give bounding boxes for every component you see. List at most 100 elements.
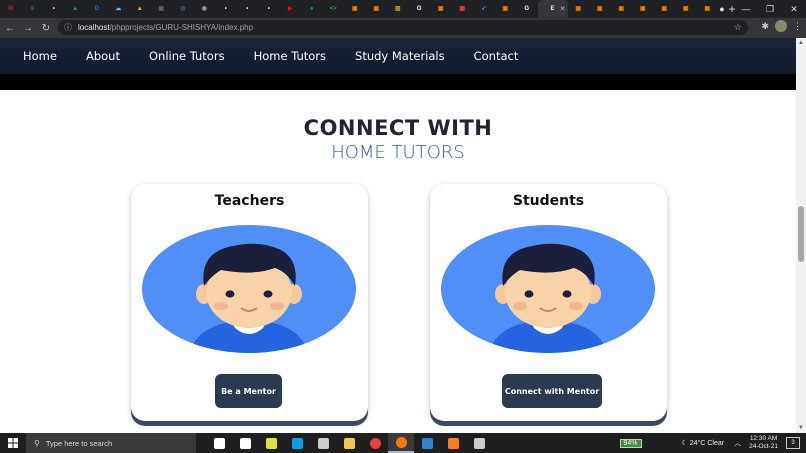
hero-bottom-band bbox=[0, 74, 796, 90]
be-a-mentor-button[interactable]: Be a Mentor bbox=[215, 374, 282, 408]
tab-active[interactable]: E ✕ bbox=[537, 0, 568, 18]
tab[interactable]: ▣ bbox=[452, 0, 474, 18]
tab[interactable]: ● bbox=[301, 0, 323, 18]
menu-icon[interactable]: ⋮ bbox=[793, 21, 802, 32]
tab[interactable]: ▲ bbox=[65, 0, 87, 18]
tab[interactable]: ≡ bbox=[22, 0, 44, 18]
app-icon[interactable] bbox=[258, 433, 284, 453]
tab[interactable]: M bbox=[0, 0, 22, 18]
forward-icon[interactable]: → bbox=[20, 23, 36, 34]
nav-online-tutors[interactable]: Online Tutors bbox=[149, 49, 225, 63]
file-explorer-icon[interactable] bbox=[336, 433, 362, 453]
battery-indicator[interactable]: 94% bbox=[619, 438, 642, 448]
browser-toolbar: ← → ↻ ⓘ localhost/phpprojects/GURU-SHISH… bbox=[0, 18, 806, 38]
vscode-icon[interactable] bbox=[414, 433, 440, 453]
app-icon: ◉ bbox=[201, 5, 207, 12]
tab[interactable]: ▣ bbox=[632, 0, 654, 18]
tab[interactable]: • bbox=[258, 0, 280, 18]
app-icon: ▣ bbox=[575, 5, 582, 12]
profile-icon[interactable]: ● bbox=[710, 4, 734, 14]
back-icon[interactable]: ← bbox=[2, 23, 18, 34]
restore-button[interactable]: ❐ bbox=[758, 4, 782, 15]
close-window-button[interactable]: ✕ bbox=[782, 4, 806, 15]
chrome-icon[interactable] bbox=[362, 433, 388, 453]
app-icon: ▣ bbox=[351, 5, 358, 12]
tab[interactable]: • bbox=[43, 0, 65, 18]
address-bar[interactable]: ⓘ localhost/phpprojects/GURU-SHISHYA/ind… bbox=[58, 20, 748, 35]
window-controls: ● — ❐ ✕ bbox=[710, 0, 806, 18]
tab[interactable]: ☁ bbox=[108, 0, 130, 18]
tab[interactable]: ▣ bbox=[366, 0, 388, 18]
arrow-icon: ➶ bbox=[481, 5, 487, 12]
scroll-down-icon[interactable]: ▼ bbox=[796, 423, 806, 433]
tab[interactable]: ➶ bbox=[473, 0, 495, 18]
scroll-up-icon[interactable]: ▲ bbox=[796, 38, 806, 48]
connect-with-mentor-button[interactable]: Connect with Mentor bbox=[502, 374, 602, 408]
card-title: Students bbox=[512, 193, 585, 209]
tab[interactable]: ▲ bbox=[129, 0, 151, 18]
tab[interactable]: ◎ bbox=[172, 0, 194, 18]
app-icon: ▣ bbox=[437, 5, 444, 12]
nav-study-materials[interactable]: Study Materials bbox=[355, 49, 445, 63]
scrollbar-thumb[interactable] bbox=[798, 206, 804, 262]
tab[interactable]: G bbox=[409, 0, 431, 18]
chrome-icon[interactable] bbox=[388, 433, 414, 453]
chrome-icon-glyph bbox=[369, 437, 381, 449]
drive-icon: ▲ bbox=[72, 5, 79, 12]
tab[interactable]: ▣ bbox=[344, 0, 366, 18]
taskbar-search-input[interactable]: ⚲ Type here to search bbox=[26, 433, 196, 453]
tab[interactable]: ▶ bbox=[280, 0, 302, 18]
notifications-icon[interactable]: 3 bbox=[786, 437, 800, 449]
tab[interactable]: ▣ bbox=[611, 0, 633, 18]
site-info-icon[interactable]: ⓘ bbox=[64, 22, 72, 33]
tab[interactable]: ▣ bbox=[675, 0, 697, 18]
tab[interactable]: ▣ bbox=[589, 0, 611, 18]
photos-icon[interactable] bbox=[466, 433, 492, 453]
tab[interactable]: ▣ bbox=[568, 0, 590, 18]
tab[interactable]: ▣ bbox=[430, 0, 452, 18]
weather-widget[interactable]: ☾ 24°C Clear bbox=[682, 439, 725, 447]
edge-icon[interactable] bbox=[284, 433, 310, 453]
code-icon: <> bbox=[329, 5, 337, 12]
tab[interactable]: ▣ bbox=[151, 0, 173, 18]
app-icon-glyph bbox=[265, 437, 277, 449]
windows-logo-icon bbox=[8, 438, 18, 448]
tab[interactable]: • bbox=[237, 0, 259, 18]
app-icon: ▣ bbox=[596, 5, 603, 12]
start-button[interactable] bbox=[0, 433, 26, 453]
nav-contact[interactable]: Contact bbox=[474, 49, 519, 63]
system-tray: 94% ☾ 24°C Clear ︿ 12:30 AM 24-Oct-21 3 bbox=[619, 433, 806, 453]
store-icon-glyph bbox=[317, 437, 329, 449]
chevron-up-icon[interactable]: ︿ bbox=[734, 438, 741, 448]
tab[interactable]: G bbox=[516, 0, 538, 18]
reload-icon[interactable]: ↻ bbox=[38, 23, 54, 34]
xampp-icon[interactable] bbox=[440, 433, 466, 453]
store-icon[interactable] bbox=[310, 433, 336, 453]
google-icon: G bbox=[524, 5, 530, 12]
tab[interactable]: ◉ bbox=[194, 0, 216, 18]
minimize-button[interactable]: — bbox=[734, 4, 758, 14]
app-icon: ▣ bbox=[661, 5, 668, 12]
nav-home[interactable]: Home bbox=[23, 49, 57, 63]
tab[interactable]: ▥ bbox=[387, 0, 409, 18]
clock[interactable]: 12:30 AM 24-Oct-21 bbox=[749, 435, 778, 451]
task-view-icon[interactable] bbox=[206, 433, 232, 453]
close-icon[interactable]: ✕ bbox=[560, 5, 566, 13]
multitask-icon[interactable] bbox=[232, 433, 258, 453]
tab[interactable]: <> bbox=[323, 0, 345, 18]
avatar[interactable] bbox=[775, 20, 787, 32]
nav-about[interactable]: About bbox=[86, 49, 120, 63]
nav-home-tutors[interactable]: Home Tutors bbox=[254, 49, 326, 63]
tab[interactable]: ▣ bbox=[654, 0, 676, 18]
boy-avatar-illustration bbox=[441, 225, 655, 353]
app-icon: ▣ bbox=[682, 5, 689, 12]
tab[interactable]: ▣ bbox=[495, 0, 517, 18]
weather-text: 24°C Clear bbox=[689, 440, 725, 447]
bookmark-star-icon[interactable]: ☆ bbox=[734, 22, 742, 33]
url-text[interactable]: localhost/phpprojects/GURU-SHISHYA/index… bbox=[78, 23, 253, 32]
extensions-icon[interactable]: ✱ bbox=[761, 21, 769, 32]
tab[interactable]: • bbox=[215, 0, 237, 18]
tab[interactable]: D bbox=[86, 0, 108, 18]
page-scrollbar[interactable]: ▲ ▼ bbox=[796, 38, 806, 433]
app-icon: • bbox=[267, 5, 270, 12]
